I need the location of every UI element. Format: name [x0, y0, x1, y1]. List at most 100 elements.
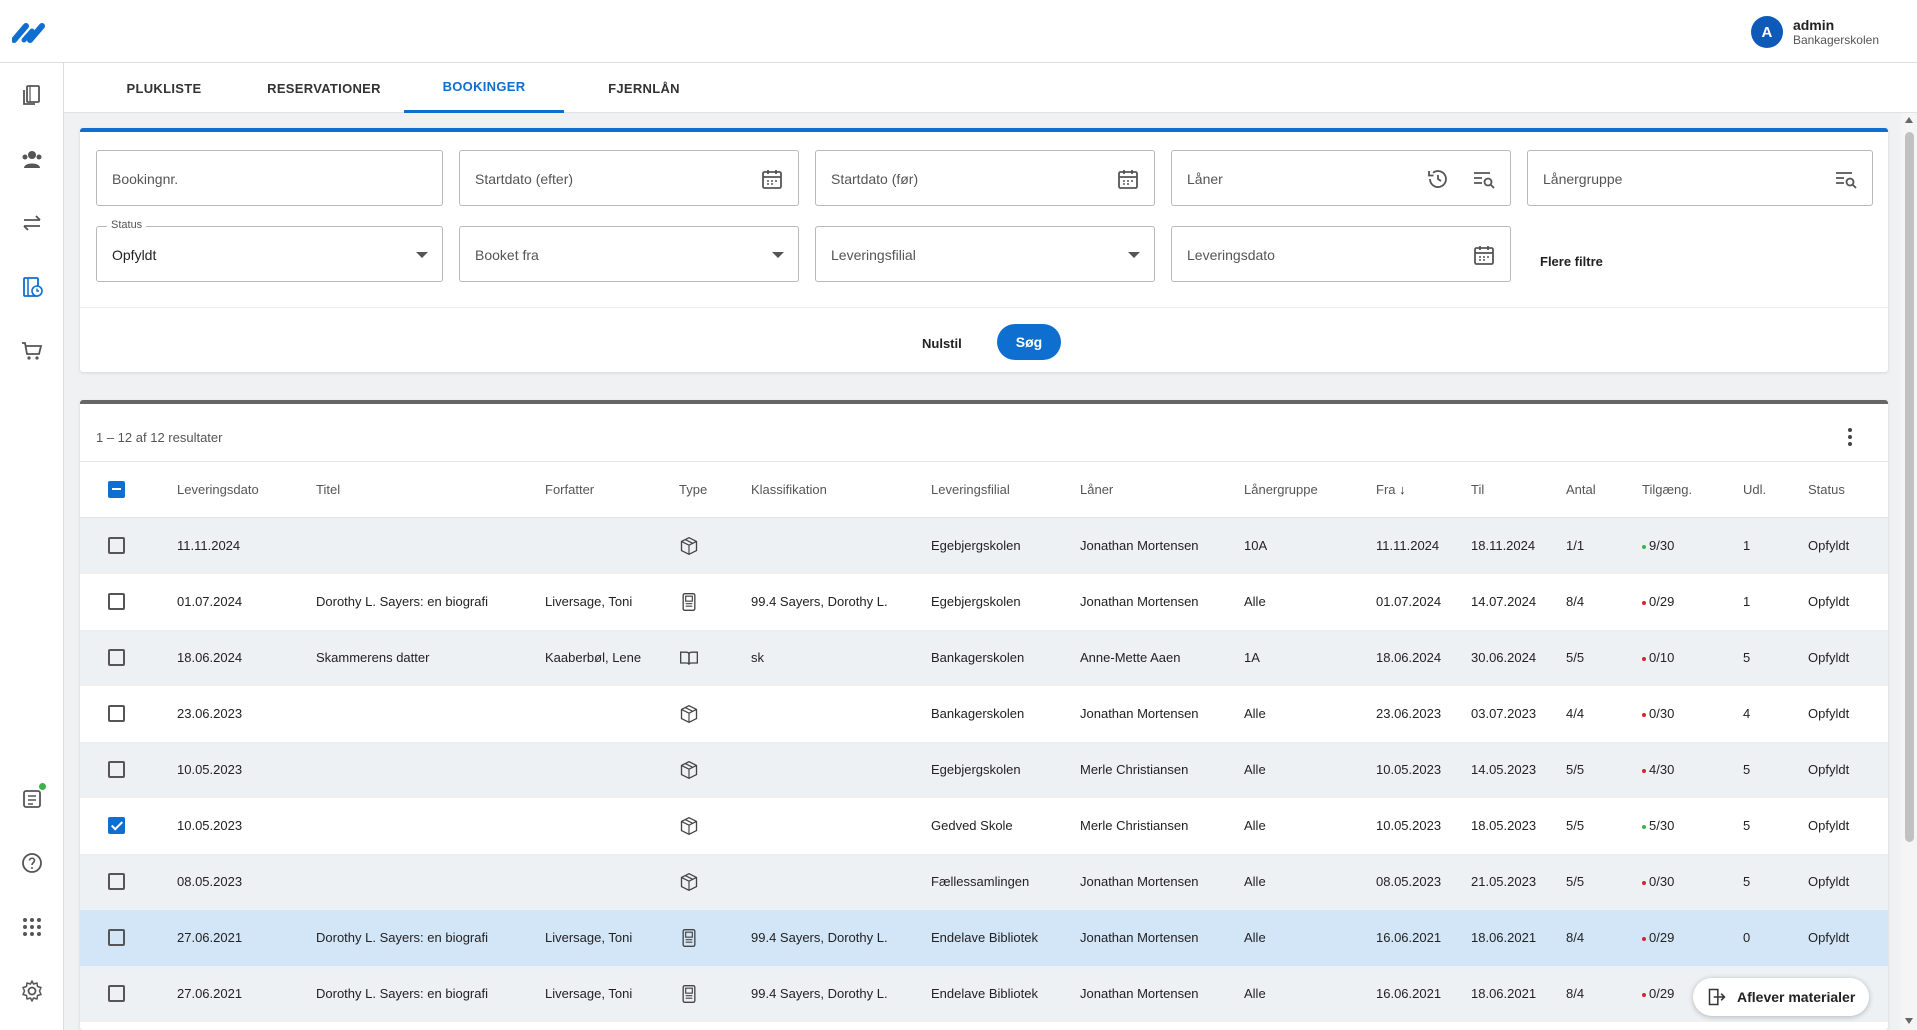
tab-bookinger[interactable]: BOOKINGER: [404, 63, 564, 113]
table-row[interactable]: 11.11.2024 Egebjergskolen Jonathan Mortens…: [80, 517, 1888, 574]
more-filters-button[interactable]: Flere filtre: [1540, 254, 1603, 269]
col-laaner[interactable]: Låner: [1080, 461, 1244, 518]
row-checkbox[interactable]: [108, 817, 125, 835]
col-titel[interactable]: Titel: [316, 461, 545, 518]
avatar[interactable]: A: [1750, 16, 1783, 48]
col-leveringsfilial[interactable]: Leveringsfilial: [931, 461, 1080, 518]
col-antal[interactable]: Antal: [1566, 461, 1642, 518]
cell-status: Opfyldt: [1808, 853, 1888, 910]
bookingnr-field[interactable]: Bookingnr.: [96, 150, 443, 206]
cell-udl: 0: [1743, 909, 1808, 966]
col-forfatter[interactable]: Forfatter: [545, 461, 679, 518]
more-options-icon[interactable]: [1848, 428, 1852, 446]
table-row[interactable]: 27.06.2021 Dorothy L. Sayers: en biografi…: [80, 909, 1888, 966]
reset-button[interactable]: Nulstil: [922, 336, 962, 351]
col-klassifikation[interactable]: Klassifikation: [751, 461, 931, 518]
tilgaeng-value: 0/29: [1649, 930, 1675, 945]
laanergruppe-placeholder: Lånergruppe: [1543, 171, 1623, 187]
cell-laanergruppe: 1A: [1244, 629, 1376, 686]
help-icon[interactable]: [18, 849, 46, 877]
table-row[interactable]: 08.05.2023 Fællessamlingen Jonathan Morten…: [80, 853, 1888, 910]
row-checkbox[interactable]: [108, 761, 125, 779]
startdato-efter-field[interactable]: Startdato (efter): [459, 150, 799, 206]
cell-laanergruppe: Alle: [1244, 965, 1376, 1022]
startdato-foer-field[interactable]: Startdato (før): [815, 150, 1155, 206]
laaner-field[interactable]: Låner: [1171, 150, 1511, 206]
news-icon[interactable]: [18, 783, 46, 813]
calendar-icon[interactable]: [760, 167, 784, 191]
col-type[interactable]: Type: [679, 461, 751, 518]
tab-reservationer[interactable]: RESERVATIONER: [244, 63, 404, 113]
cell-titel: Dorothy L. Sayers: en biografi: [316, 909, 545, 966]
notification-dot: [39, 783, 46, 790]
apps-grid-icon[interactable]: [18, 913, 46, 941]
row-select-cell: [80, 685, 177, 742]
col-udl[interactable]: Udl.: [1743, 461, 1808, 518]
table-row[interactable]: 01.07.2024 Dorothy L. Sayers: en biografi…: [80, 573, 1888, 630]
row-checkbox[interactable]: [108, 929, 125, 947]
status-select[interactable]: Status Opfyldt: [96, 219, 443, 282]
booket-fra-select[interactable]: Booket fra: [459, 226, 799, 282]
laanergruppe-field[interactable]: Lånergruppe: [1527, 150, 1873, 206]
cell-fra: 08.05.2023: [1376, 853, 1471, 910]
col-laanergruppe[interactable]: Lånergruppe: [1244, 461, 1376, 518]
sort-desc-icon[interactable]: ↓: [1399, 482, 1406, 497]
table-row[interactable]: 23.06.2023 Bankagerskolen Jonathan Mortens…: [80, 685, 1888, 742]
cell-antal: 5/5: [1566, 741, 1642, 798]
cell-fra: 16.06.2021: [1376, 909, 1471, 966]
cell-titel: Dorothy L. Sayers: en biografi: [316, 965, 545, 1022]
table-body: 11.11.2024 Egebjergskolen Jonathan Mortens…: [80, 517, 1888, 1022]
table-row[interactable]: 27.06.2021 Dorothy L. Sayers: en biografi…: [80, 965, 1888, 1022]
list-search-icon[interactable]: [1834, 167, 1858, 191]
col-leveringsdato[interactable]: Leveringsdato: [177, 461, 316, 518]
user-menu[interactable]: A admin Bankagerskolen: [1750, 16, 1879, 48]
cell-til: 18.11.2024: [1471, 517, 1566, 574]
tilgaeng-value: 0/10: [1649, 650, 1675, 665]
col-status[interactable]: Status: [1808, 461, 1888, 518]
row-checkbox[interactable]: [108, 985, 125, 1003]
cart-icon[interactable]: [18, 337, 46, 365]
table-row[interactable]: 10.05.2023 Egebjergskolen Merle Christians…: [80, 741, 1888, 798]
row-checkbox[interactable]: [108, 705, 125, 723]
users-icon[interactable]: [18, 145, 46, 173]
col-fra[interactable]: Fra ↓: [1376, 461, 1471, 518]
select-all-checkbox[interactable]: [108, 481, 125, 499]
aflever-materialer-button[interactable]: Aflever materialer: [1693, 978, 1869, 1016]
leveringsfilial-select[interactable]: Leveringsfilial: [815, 226, 1155, 282]
copies-icon[interactable]: [18, 81, 46, 109]
table-row[interactable]: 10.05.2023 Gedved Skole Merle Christiansen…: [80, 797, 1888, 854]
leveringsdato-field[interactable]: Leveringsdato: [1171, 226, 1511, 282]
row-checkbox[interactable]: [108, 873, 125, 891]
row-checkbox[interactable]: [108, 649, 125, 667]
scroll-thumb[interactable]: [1905, 132, 1914, 842]
settings-gear-icon[interactable]: [18, 977, 46, 1005]
table-header: Leveringsdato Titel Forfatter Type Klass…: [80, 461, 1888, 518]
tab-fjernlaan[interactable]: FJERNLÅN: [564, 63, 724, 113]
row-select-cell: [80, 573, 177, 630]
cell-forfatter: [545, 685, 679, 742]
sidebar: [0, 63, 64, 1030]
row-checkbox[interactable]: [108, 537, 125, 555]
cell-titel: [316, 797, 545, 854]
app-logo[interactable]: [11, 20, 52, 44]
scroll-up-arrow[interactable]: [1905, 117, 1913, 123]
history-icon[interactable]: [1426, 167, 1450, 191]
divider: [80, 307, 1888, 308]
cell-klassifikation: [751, 853, 931, 910]
col-til[interactable]: Til: [1471, 461, 1566, 518]
tab-plukliste[interactable]: PLUKLISTE: [84, 63, 244, 113]
calendar-icon[interactable]: [1472, 243, 1496, 267]
row-checkbox[interactable]: [108, 593, 125, 611]
cell-forfatter: [545, 797, 679, 854]
table-row[interactable]: 18.06.2024 Skammerens datter Kaaberbøl, Le…: [80, 629, 1888, 686]
scroll-down-arrow[interactable]: [1905, 1018, 1913, 1024]
availability-dot: [1642, 600, 1646, 605]
bookings-icon[interactable]: [18, 273, 46, 301]
row-select-cell: [80, 741, 177, 798]
list-search-icon[interactable]: [1472, 167, 1496, 191]
transfer-icon[interactable]: [18, 209, 46, 237]
cell-antal: 8/4: [1566, 573, 1642, 630]
col-tilgaeng[interactable]: Tilgæng.: [1642, 461, 1743, 518]
search-button[interactable]: Søg: [997, 324, 1061, 360]
calendar-icon[interactable]: [1116, 167, 1140, 191]
